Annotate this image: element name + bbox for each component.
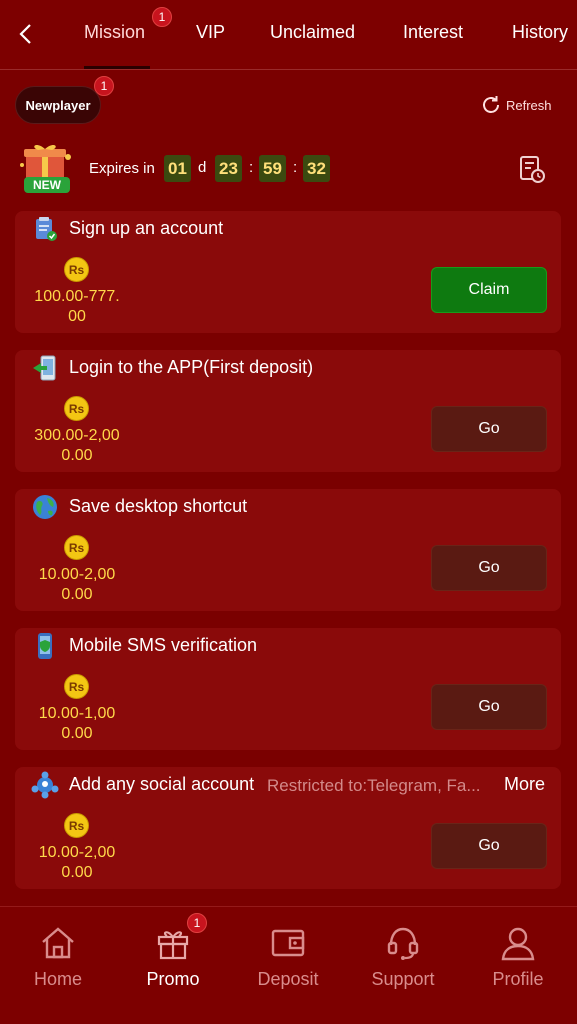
refresh-button[interactable]: Refresh bbox=[480, 94, 552, 116]
go-button[interactable]: Go bbox=[431, 406, 547, 452]
timer-days: 01 bbox=[164, 155, 191, 182]
reward-line: 0.00 bbox=[61, 447, 93, 464]
task-title: Login to the APP(First deposit) bbox=[69, 357, 314, 377]
record-history-icon[interactable] bbox=[517, 154, 547, 184]
reward-line: 0.00 bbox=[61, 864, 93, 881]
task-reward: 100.00-777. 00 bbox=[27, 287, 127, 327]
bottom-navigation: Home Promo 1 Deposit Support Profile bbox=[0, 906, 577, 1024]
phone-shield-icon bbox=[38, 633, 52, 659]
tab-label: Interest bbox=[403, 22, 464, 42]
task-title: Save desktop shortcut bbox=[69, 496, 248, 516]
nav-promo-badge: 1 bbox=[187, 913, 207, 933]
task-card-sms-verification: Mobile SMS verification Rs 10.00-1,00 0.… bbox=[15, 628, 561, 750]
tab-label: VIP bbox=[196, 22, 226, 42]
nav-support[interactable]: Support bbox=[358, 923, 448, 990]
chevron-left-icon bbox=[19, 24, 31, 44]
globe-icon bbox=[33, 495, 57, 519]
rupee-coin-icon: Rs bbox=[64, 674, 89, 699]
tab-label: Unclaimed bbox=[270, 22, 356, 42]
timer-separator: : bbox=[249, 159, 254, 176]
newplayer-label: Newplayer bbox=[25, 97, 91, 113]
go-button[interactable]: Go bbox=[431, 823, 547, 869]
task-title: Mobile SMS verification bbox=[69, 635, 258, 655]
headset-icon bbox=[387, 927, 419, 960]
task-reward: 10.00-1,00 0.00 bbox=[27, 704, 127, 744]
tab-label: History bbox=[512, 22, 569, 42]
task-reward: 10.00-2,00 0.00 bbox=[27, 843, 127, 883]
nav-label: Promo bbox=[146, 969, 200, 989]
nav-label: Support bbox=[371, 969, 435, 989]
user-icon bbox=[501, 927, 535, 961]
nav-profile[interactable]: Profile bbox=[473, 923, 563, 990]
tab-list: Mission 1 VIP Unclaimed Interest History bbox=[70, 0, 577, 70]
task-card-social-account: Add any social account Restricted to:Tel… bbox=[15, 767, 561, 889]
reward-line: 300.00-2,00 bbox=[34, 427, 120, 444]
task-reward: 300.00-2,00 0.00 bbox=[27, 426, 127, 466]
rupee-coin-icon: Rs bbox=[64, 535, 89, 560]
reward-line: 0.00 bbox=[61, 586, 93, 603]
task-title: Sign up an account bbox=[69, 218, 224, 238]
newplayer-badge: 1 bbox=[94, 76, 114, 96]
reward-line: 00 bbox=[68, 308, 86, 325]
nav-label: Deposit bbox=[257, 969, 319, 989]
tab-mission-badge: 1 bbox=[152, 7, 172, 27]
tab-label: Mission bbox=[84, 22, 146, 42]
reward-line: 10.00-2,00 bbox=[38, 566, 116, 583]
tab-unclaimed[interactable]: Unclaimed bbox=[270, 22, 355, 43]
phone-login-icon bbox=[33, 355, 56, 381]
rupee-coin-icon: Rs bbox=[64, 396, 89, 421]
timer-seconds: 32 bbox=[303, 155, 330, 182]
rupee-coin-icon: Rs bbox=[64, 257, 89, 282]
rupee-coin-icon: Rs bbox=[64, 813, 89, 838]
reward-line: 100.00-777. bbox=[34, 288, 120, 305]
nav-home[interactable]: Home bbox=[13, 923, 103, 990]
nav-deposit[interactable]: Deposit bbox=[243, 923, 333, 990]
new-label: NEW bbox=[33, 178, 62, 192]
expires-label: Expires in bbox=[89, 160, 155, 177]
task-card-signup: Sign up an account Rs 100.00-777. 00 Cla… bbox=[15, 211, 561, 333]
tab-interest[interactable]: Interest bbox=[403, 22, 463, 43]
nav-promo[interactable]: Promo bbox=[128, 923, 218, 990]
back-button[interactable] bbox=[12, 20, 40, 48]
active-tab-indicator bbox=[84, 66, 150, 69]
social-network-icon bbox=[31, 771, 59, 799]
refresh-icon bbox=[483, 96, 499, 113]
tab-mission[interactable]: Mission bbox=[84, 22, 145, 43]
refresh-label: Refresh bbox=[506, 97, 552, 113]
tab-vip[interactable]: VIP bbox=[196, 22, 225, 43]
nav-label: Home bbox=[33, 969, 82, 989]
timer-separator: : bbox=[293, 159, 298, 176]
task-card-desktop-shortcut: Save desktop shortcut Rs 10.00-2,00 0.00… bbox=[15, 489, 561, 611]
more-link[interactable]: More bbox=[504, 774, 545, 795]
new-gift-icon: NEW bbox=[16, 141, 78, 197]
timer-minutes: 59 bbox=[259, 155, 286, 182]
wallet-icon bbox=[271, 929, 305, 957]
task-reward: 10.00-2,00 0.00 bbox=[27, 565, 127, 605]
claim-button[interactable]: Claim bbox=[431, 267, 547, 313]
reward-line: 0.00 bbox=[61, 725, 93, 742]
reward-line: 10.00-2,00 bbox=[38, 844, 116, 861]
timer-days-unit: d bbox=[198, 159, 207, 176]
newplayer-filter-button[interactable]: Newplayer bbox=[15, 86, 101, 124]
go-button[interactable]: Go bbox=[431, 545, 547, 591]
task-card-login-app: Login to the APP(First deposit) Rs 300.0… bbox=[15, 350, 561, 472]
gift-icon bbox=[157, 931, 189, 960]
top-tab-bar: Mission 1 VIP Unclaimed Interest History bbox=[0, 0, 577, 70]
tab-history[interactable]: History bbox=[512, 22, 568, 43]
timer-hours: 23 bbox=[215, 155, 242, 182]
task-restriction: Restricted to:Telegram, Fa... bbox=[267, 776, 481, 795]
nav-label: Profile bbox=[492, 969, 544, 989]
clipboard-check-icon bbox=[36, 217, 57, 241]
go-button[interactable]: Go bbox=[431, 684, 547, 730]
task-title: Add any social account bbox=[69, 774, 255, 794]
reward-line: 10.00-1,00 bbox=[38, 705, 116, 722]
home-icon bbox=[42, 927, 74, 959]
